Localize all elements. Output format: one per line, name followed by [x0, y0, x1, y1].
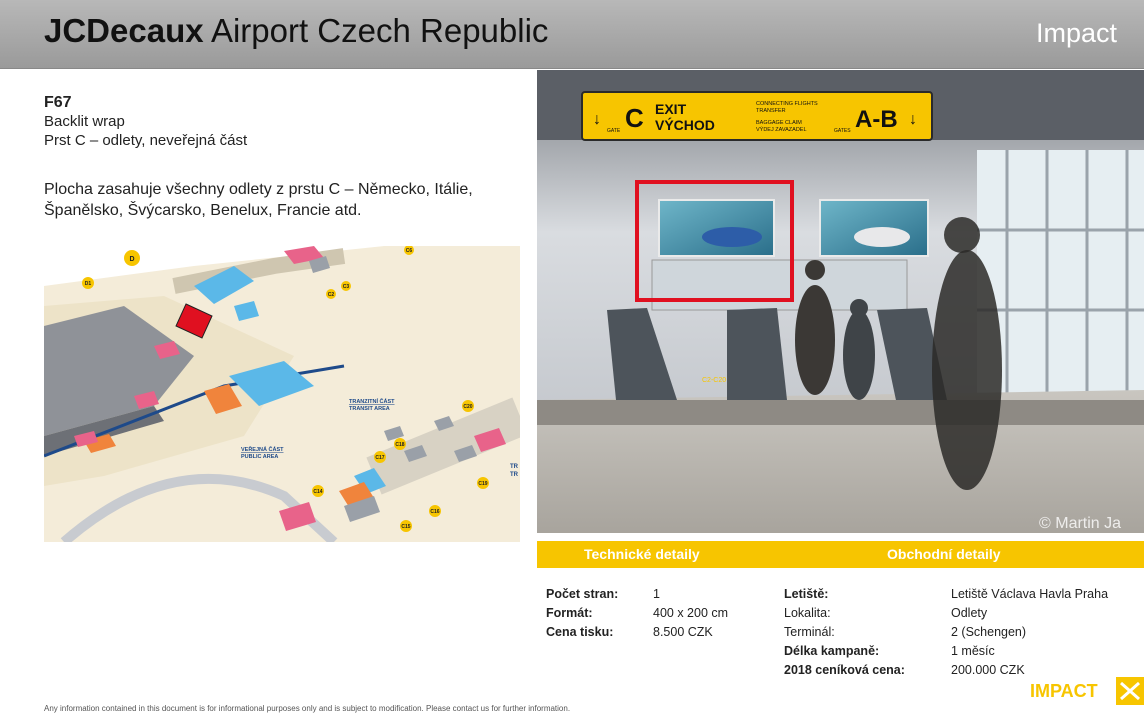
sign-baggage-cz: VÝDEJ ZAVAZADEL: [756, 126, 807, 133]
tech-value: 1: [653, 587, 660, 601]
terminal-map: D D1 C6 C2 C3 C20 C18 C17 C19 C14 C16 C1…: [44, 246, 520, 542]
map-label: C20: [463, 404, 472, 410]
item-location: Prst C – odlety, neveřejná část: [44, 132, 248, 149]
tech-value: 8.500 CZK: [653, 625, 713, 639]
map-label: C19: [478, 481, 487, 487]
map-public-label-cz: VEŘEJNÁ ČÁST: [241, 445, 284, 453]
impact-logo-text: IMPACT: [1030, 681, 1098, 701]
map-label: C6: [406, 248, 413, 254]
business-value: 200.000 CZK: [951, 663, 1025, 677]
tech-details-title: Technické detaily: [584, 546, 700, 562]
map-label: C17: [375, 455, 384, 461]
sign-exit-cz: VÝCHOD: [655, 116, 715, 133]
svg-text:↓: ↓: [593, 111, 601, 128]
svg-text:↓: ↓: [909, 111, 917, 128]
business-label: Délka kampaně:: [784, 644, 880, 658]
sign-transfer: TRANSFER: [756, 108, 786, 114]
map-label: TR: [510, 464, 519, 470]
sign-gate-letter: C: [625, 103, 644, 133]
business-value: 1 měsíc: [951, 644, 995, 658]
tech-label: Počet stran:: [546, 587, 619, 601]
brand-title: JCDecaux Airport Czech Republic: [44, 12, 548, 50]
map-label: C18: [395, 442, 404, 448]
map-label: C2: [328, 292, 335, 298]
map-transit-label-cz: TRANZITNÍ ČÁST: [349, 397, 395, 405]
map-transit-label-en: TRANSIT AREA: [349, 406, 390, 412]
disclaimer: Any information contained in this docume…: [44, 704, 571, 713]
map-label: C16: [430, 509, 439, 515]
item-info: F67 Backlit wrap Prst C – odlety, neveře…: [44, 93, 247, 150]
impact-logo-icon: [1116, 677, 1144, 705]
sign-baggage-en: BAGGAGE CLAIM: [756, 120, 802, 126]
sign-gates-label: GATES: [834, 128, 851, 134]
business-details-title: Obchodní detaily: [887, 546, 1001, 562]
business-value: Odlety: [951, 606, 988, 620]
section-title: Impact: [1035, 18, 1117, 48]
photo-credit: © Martin Ja: [1039, 515, 1121, 532]
tech-label: Cena tisku:: [546, 625, 614, 639]
sign-connecting: CONNECTING FLIGHTS: [756, 101, 818, 107]
map-label: D1: [85, 281, 92, 287]
business-label: 2018 ceníková cena:: [784, 663, 905, 677]
map-label: TR: [510, 472, 519, 478]
brand-name: JCDecaux: [44, 12, 204, 49]
brand-subtitle: Airport Czech Republic: [203, 12, 549, 49]
escalator-label: C2-C20: [702, 377, 726, 384]
item-code: F67: [44, 94, 72, 111]
tech-value: 400 x 200 cm: [653, 606, 729, 620]
map-label: C3: [343, 284, 350, 290]
map-label: C14: [313, 489, 322, 495]
header-bar: JCDecaux Airport Czech Republic Impact: [0, 0, 1144, 69]
map-label: C15: [401, 524, 410, 530]
item-format: Backlit wrap: [44, 113, 125, 130]
sign-gate-label: GATE: [607, 128, 621, 134]
map-public-label-en: PUBLIC AREA: [241, 454, 278, 460]
business-value: 2 (Schengen): [951, 625, 1027, 639]
sign-exit-en: EXIT: [655, 101, 687, 117]
business-label: Terminál:: [784, 625, 835, 639]
map-label: D: [129, 256, 134, 263]
business-label: Letiště:: [784, 587, 829, 601]
business-value: Letiště Václava Havla Praha: [951, 587, 1109, 601]
sign-gates-letters: A-B: [855, 106, 898, 133]
location-photo: ↓ C GATE EXIT VÝCHOD CONNECTING FLIGHTS …: [537, 70, 1144, 533]
item-description: Plocha zasahuje všechny odlety z prstu C…: [44, 181, 473, 219]
business-label: Lokalita:: [784, 606, 831, 620]
details-header-band: Technické detaily Obchodní detaily: [537, 541, 1144, 568]
tech-label: Formát:: [546, 606, 593, 620]
